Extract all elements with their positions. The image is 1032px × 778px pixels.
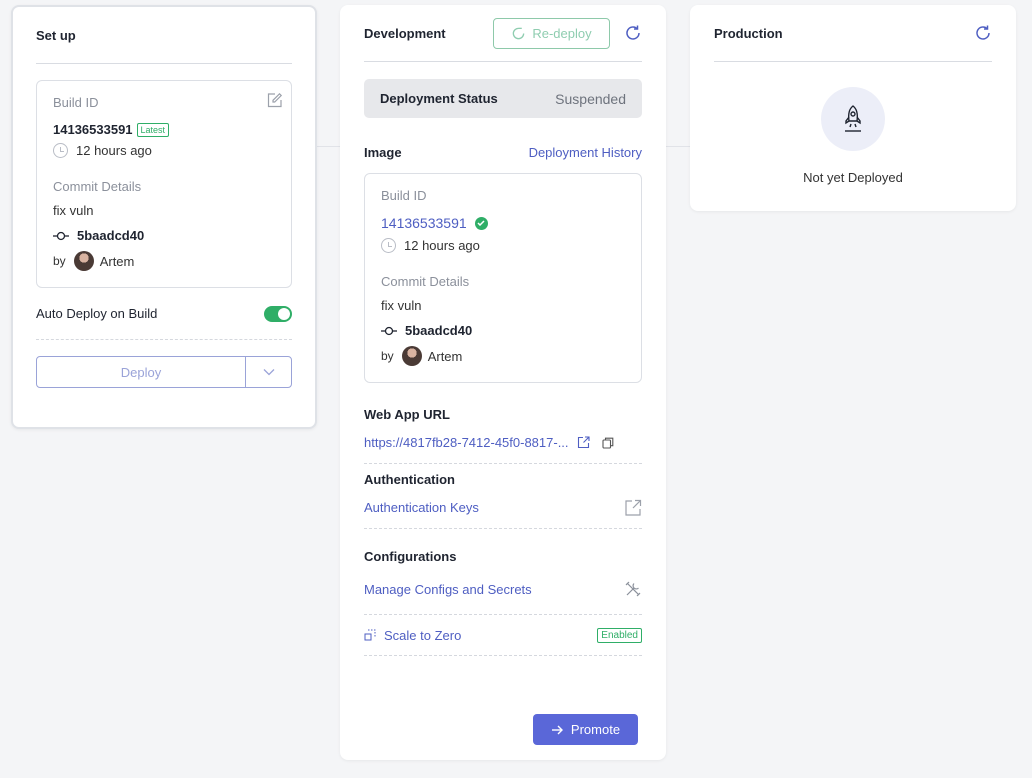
build-time: 12 hours ago bbox=[404, 238, 480, 253]
setup-build-card: Build ID 14136533591 Latest 12 hours ago… bbox=[36, 80, 292, 288]
deployment-history-link[interactable]: Deployment History bbox=[529, 145, 642, 160]
refresh-icon[interactable] bbox=[974, 24, 992, 42]
setup-header: Set up bbox=[36, 7, 292, 64]
avatar bbox=[401, 346, 422, 366]
commit-details-label: Commit Details bbox=[53, 179, 142, 194]
promote-button[interactable]: Promote bbox=[533, 714, 638, 745]
development-card: Development Re-deploy Deployment Status … bbox=[340, 5, 666, 760]
commit-details-label: Commit Details bbox=[381, 274, 470, 289]
by-label: by bbox=[53, 254, 66, 268]
copy-icon[interactable] bbox=[601, 437, 614, 449]
external-link-icon[interactable] bbox=[577, 436, 590, 449]
rocket-icon-wrapper bbox=[821, 87, 885, 151]
author-name: Artem bbox=[99, 253, 135, 269]
manage-configs-row: Manage Configs and Secrets bbox=[364, 564, 642, 615]
production-title: Production bbox=[714, 25, 783, 41]
commit-hash: 5baadcd40 bbox=[405, 323, 473, 338]
build-id-label: Build ID bbox=[53, 95, 99, 110]
chevron-down-icon bbox=[263, 369, 274, 376]
production-card: Production Not yet Deployed bbox=[690, 5, 1016, 211]
development-build-card: Build ID 14136533591 12 hours ago Commit… bbox=[364, 173, 642, 383]
configurations-label: Configurations bbox=[364, 549, 457, 564]
tools-icon[interactable] bbox=[624, 580, 642, 598]
rocket-icon bbox=[845, 105, 861, 132]
deploy-split-button: Deploy bbox=[36, 356, 292, 388]
build-id-label: Build ID bbox=[381, 188, 427, 203]
pipeline-connector bbox=[317, 146, 340, 147]
auto-deploy-label: Auto Deploy on Build bbox=[36, 306, 158, 321]
production-status-text: Not yet Deployed bbox=[803, 170, 903, 185]
setup-title: Set up bbox=[36, 27, 76, 43]
deployment-status-label: Deployment Status bbox=[380, 91, 498, 106]
image-row: Image Deployment History bbox=[364, 145, 642, 160]
avatar bbox=[73, 251, 94, 271]
deployment-status-bar: Deployment Status Suspended bbox=[364, 79, 642, 118]
auto-deploy-toggle[interactable] bbox=[264, 305, 292, 322]
refresh-icon bbox=[513, 27, 525, 39]
deploy-button[interactable]: Deploy bbox=[37, 357, 246, 387]
build-time: 12 hours ago bbox=[76, 143, 152, 158]
edit-icon[interactable] bbox=[266, 92, 283, 109]
external-link-icon[interactable] bbox=[624, 499, 642, 517]
authentication-keys-row: Authentication Keys bbox=[364, 487, 642, 529]
promote-label: Promote bbox=[570, 722, 621, 737]
setup-card: Set up Build ID 14136533591 Latest 12 ho… bbox=[11, 5, 317, 429]
auto-deploy-row: Auto Deploy on Build bbox=[36, 288, 292, 340]
commit-icon bbox=[53, 231, 69, 240]
author-name: Artem bbox=[427, 348, 463, 364]
commit-hash: 5baadcd40 bbox=[77, 228, 145, 243]
authentication-label: Authentication bbox=[364, 472, 455, 487]
deployment-status-value: Suspended bbox=[555, 90, 626, 107]
by-label: by bbox=[381, 349, 394, 363]
clock-icon bbox=[53, 143, 68, 158]
image-label: Image bbox=[364, 145, 402, 160]
development-header: Development Re-deploy bbox=[364, 5, 642, 62]
refresh-icon[interactable] bbox=[624, 24, 642, 42]
web-app-url-label: Web App URL bbox=[364, 407, 450, 422]
scale-to-zero-label[interactable]: Scale to Zero bbox=[384, 628, 461, 643]
arrow-right-icon bbox=[551, 725, 563, 734]
manage-configs-link[interactable]: Manage Configs and Secrets bbox=[364, 582, 532, 597]
scale-to-zero-row: Scale to Zero Enabled bbox=[364, 615, 642, 656]
authentication-keys-link[interactable]: Authentication Keys bbox=[364, 500, 479, 515]
scale-to-zero-status-badge: Enabled bbox=[597, 627, 642, 643]
web-app-url-link[interactable]: https://4817fb28-7412-45f0-8817-... bbox=[364, 435, 569, 450]
commit-message: fix vuln bbox=[53, 203, 94, 218]
scale-icon bbox=[364, 629, 376, 641]
latest-badge: Latest bbox=[136, 122, 170, 137]
clock-icon bbox=[381, 238, 396, 253]
deploy-dropdown-button[interactable] bbox=[246, 357, 291, 387]
pipeline-connector bbox=[666, 146, 690, 147]
redeploy-button[interactable]: Re-deploy bbox=[493, 17, 610, 49]
build-id-link[interactable]: 14136533591 bbox=[381, 215, 467, 231]
commit-message: fix vuln bbox=[381, 298, 422, 313]
web-app-url-row: https://4817fb28-7412-45f0-8817-... bbox=[364, 422, 642, 464]
build-id: 14136533591 bbox=[53, 122, 133, 137]
redeploy-label: Re-deploy bbox=[532, 25, 592, 41]
development-title: Development bbox=[364, 25, 446, 41]
commit-icon bbox=[381, 326, 397, 335]
production-header: Production bbox=[714, 5, 992, 62]
deployment-pipeline: Set up Build ID 14136533591 Latest 12 ho… bbox=[0, 0, 1032, 778]
check-circle-icon bbox=[474, 216, 488, 230]
